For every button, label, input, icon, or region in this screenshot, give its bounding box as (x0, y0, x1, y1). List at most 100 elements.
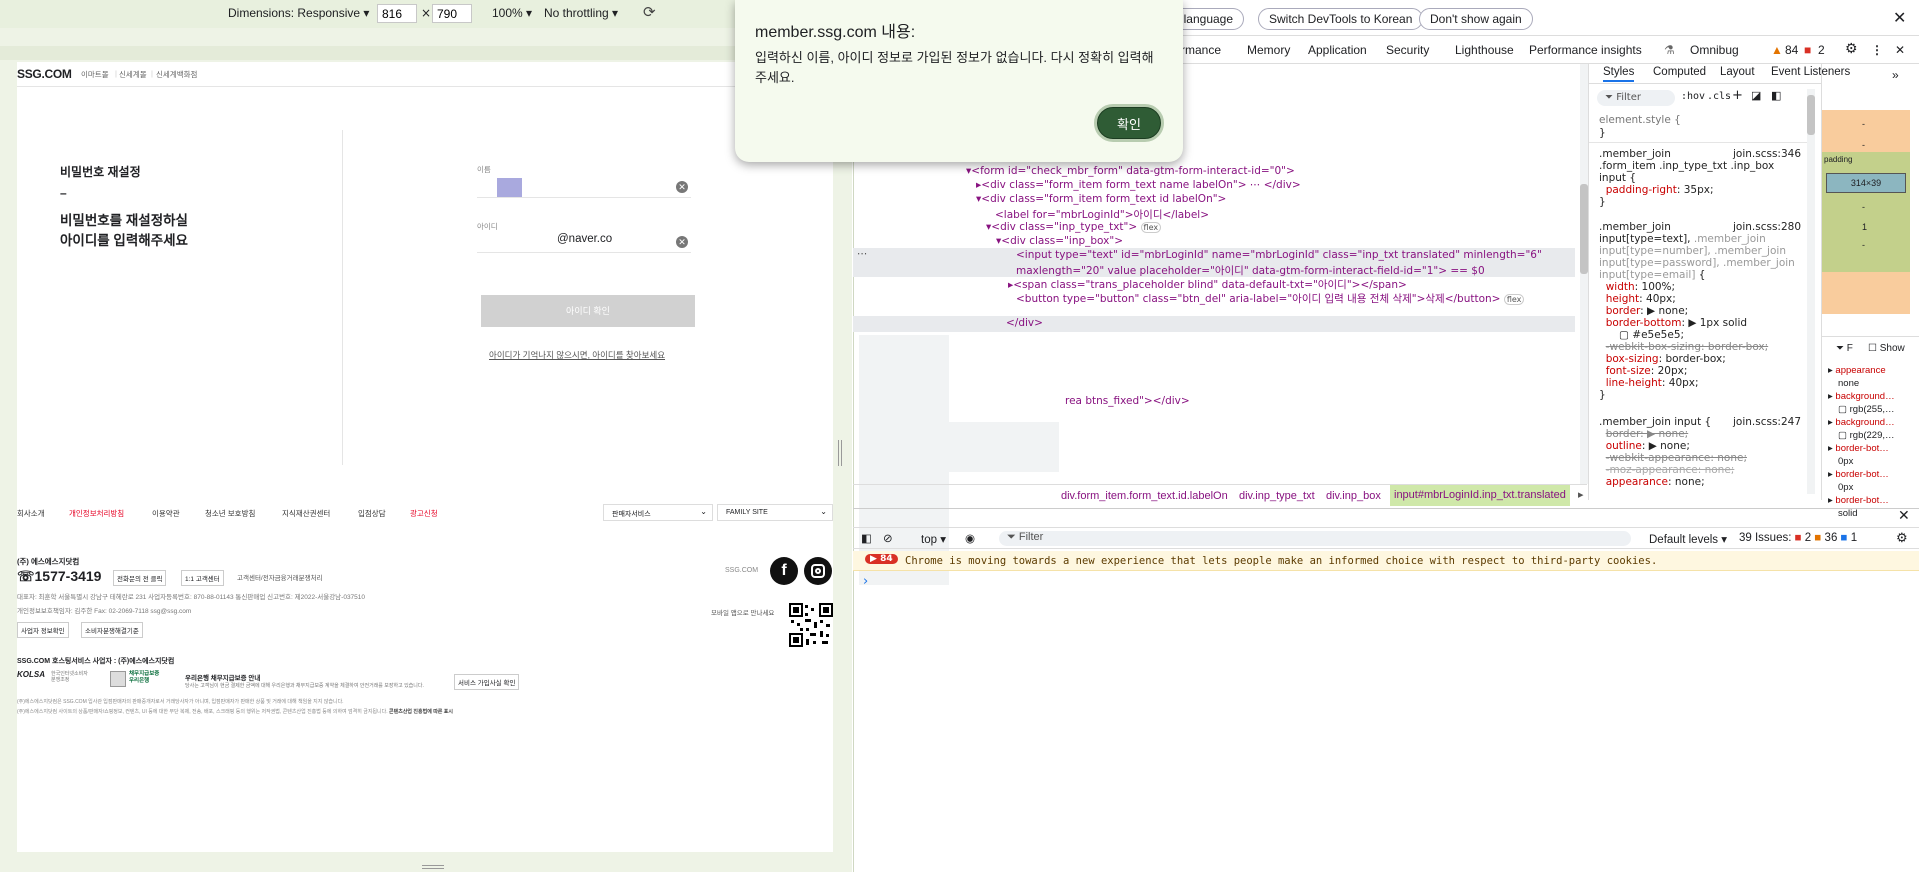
console-settings-icon[interactable]: ⚙ (1896, 530, 1908, 546)
computed-sidebar-icon[interactable]: ◧ (1771, 89, 1781, 102)
hov-toggle[interactable]: :hov (1681, 91, 1705, 102)
switch-korean-button[interactable]: Switch DevTools to Korean (1258, 8, 1424, 30)
element-state-icon[interactable]: ◪ (1751, 89, 1761, 102)
breadcrumb-item-active[interactable]: input#mbrLoginId.inp_txt.translated (1390, 485, 1570, 506)
source-link[interactable]: join.scss:280 (1733, 221, 1801, 233)
node-ellipsis[interactable]: ⋯ (857, 248, 868, 260)
tab-memory[interactable]: Memory (1247, 43, 1290, 57)
clear-console-icon[interactable]: ⊘ (883, 531, 893, 545)
footer-link-youth[interactable]: 청소년 보호방침 (205, 508, 255, 519)
find-id-link[interactable]: 아이디가 기억나지 않으시면, 아이디를 찾아보세요 (489, 349, 665, 361)
zoom-dropdown[interactable]: 100% ▾ (492, 6, 532, 20)
computed-prop[interactable]: ▸ border-bot… (1828, 468, 1895, 481)
dom-node-id-item[interactable]: ▾<div class="form_item form_text id labe… (976, 193, 1226, 205)
cls-toggle[interactable]: .cls (1707, 91, 1731, 102)
computed-prop[interactable]: ▸ border-bot… (1828, 442, 1895, 455)
one-to-one-chip[interactable]: 1:1 고객센터 (181, 570, 224, 586)
clear-icon[interactable]: ✕ (676, 181, 688, 193)
show-all-checkbox[interactable]: ☐ Show (1868, 343, 1905, 354)
tab-layout[interactable]: Layout (1720, 66, 1755, 78)
source-link[interactable]: join.scss:346 (1733, 148, 1801, 160)
footer-link-company[interactable]: 회사소개 (17, 508, 45, 519)
gnb-dept[interactable]: 신세계백화점 (156, 69, 197, 80)
footer-link-ad[interactable]: 광고신청 (410, 508, 438, 519)
error-icon[interactable]: ■ (1804, 43, 1811, 57)
close-drawer-icon[interactable]: ✕ (1898, 508, 1910, 524)
width-input[interactable] (377, 4, 417, 23)
dialog-ok-button[interactable]: 확인 (1094, 104, 1164, 142)
phone-chip[interactable]: 전화문의 전 클릭 (113, 570, 167, 586)
dom-node-name-item[interactable]: ▸<div class="form_item form_text name la… (976, 179, 1301, 191)
business-info-chip[interactable]: 사업자 정보확인 (17, 622, 69, 638)
footer-link-terms[interactable]: 이용약관 (152, 508, 180, 519)
dom-node-btns-fixed[interactable]: rea btns_fixed"></div> (1065, 395, 1190, 407)
tab-computed[interactable]: Computed (1653, 66, 1706, 78)
dispute-text[interactable]: 고객센터/전자금융거래분쟁처리 (237, 572, 323, 582)
gnb-emart[interactable]: 이마트몰 (81, 69, 109, 80)
facebook-icon[interactable]: f (770, 557, 798, 585)
flex-badge[interactable]: flex (1503, 294, 1525, 305)
more-options-icon[interactable]: ⋮ (1871, 43, 1883, 57)
flex-badge[interactable]: flex (1140, 222, 1162, 233)
sidebar-toggle-icon[interactable]: ◧ (861, 531, 872, 545)
tab-performance-insights[interactable]: Performance insights (1529, 43, 1642, 57)
height-input[interactable] (432, 4, 472, 23)
tab-styles[interactable]: Styles (1603, 66, 1635, 82)
gnb-shinsegae[interactable]: 신세계몰 (119, 69, 147, 80)
dont-show-again-button[interactable]: Don't show again (1419, 8, 1533, 30)
instagram-icon[interactable] (804, 557, 832, 585)
add-rule-icon[interactable]: + (1732, 88, 1743, 103)
close-devtools-icon[interactable]: ✕ (1895, 43, 1905, 57)
issues-counter[interactable]: 39 Issues: ■ 2 ■ 36 ■ 1 (1739, 532, 1857, 544)
dom-node-input[interactable]: <input type="text" id="mbrLoginId" name=… (1016, 249, 1542, 261)
breadcrumb-scroll-icon[interactable]: ▸ (1578, 488, 1584, 501)
breadcrumb-item[interactable]: div.inp_box (1326, 490, 1381, 502)
computed-filter-input[interactable]: ⏷ F (1836, 343, 1853, 354)
resize-handle-right[interactable] (838, 440, 842, 466)
consumer-dispute-chip[interactable]: 소비자분쟁해결기준 (81, 622, 143, 638)
tab-omnibug[interactable]: Omnibug (1690, 43, 1739, 57)
breadcrumb-item[interactable]: div.inp_type_txt (1239, 490, 1315, 502)
dom-node-button[interactable]: <button type="button" class="btn_del" ar… (1016, 291, 1525, 306)
tab-application[interactable]: Application (1308, 43, 1367, 57)
computed-prop[interactable]: ▸ appearance (1828, 364, 1895, 377)
console-prompt[interactable]: › (863, 574, 868, 589)
seller-service-select[interactable]: 판매자서비스 ⌄ (603, 504, 713, 521)
family-site-select[interactable]: FAMILY SITE ⌄ (717, 504, 833, 521)
console-filter-input[interactable]: ⏷ Filter (999, 531, 1631, 546)
style-rule-3[interactable]: .member_join input { border: ▶ none; out… (1599, 416, 1747, 488)
more-tabs-icon[interactable]: » (1892, 68, 1899, 82)
context-select[interactable]: top ▾ (921, 532, 946, 546)
dom-node-span[interactable]: ▸<span class="trans_placeholder blind" d… (1008, 277, 1407, 292)
dom-node-inp-box[interactable]: ▾<div class="inp_box"> (996, 235, 1123, 247)
rotate-icon[interactable]: ⟳ (643, 3, 656, 21)
log-levels-dropdown[interactable]: Default levels ▾ (1649, 532, 1727, 546)
resize-handle-bottom[interactable] (422, 865, 444, 869)
elements-scrollbar[interactable] (1580, 64, 1588, 484)
live-expression-icon[interactable]: ◉ (965, 531, 975, 545)
styles-filter-input[interactable]: ⏷ Filter (1597, 90, 1675, 106)
style-rule-2[interactable]: .member_join input[type=text], .member_j… (1599, 221, 1795, 401)
warning-icon[interactable]: ▲ (1771, 43, 1783, 57)
dom-node-label[interactable]: <label for="mbrLoginId">아이디</label> (995, 207, 1209, 222)
ssg-logo[interactable]: SSG.COM (17, 67, 72, 81)
dimensions-dropdown[interactable]: Dimensions: Responsive ▾ (228, 6, 369, 20)
dom-node-inp-type[interactable]: ▾<div class="inp_type_txt"> flex (986, 221, 1162, 233)
id-input[interactable]: @naver.co ✕ (477, 229, 691, 253)
close-infobar-icon[interactable]: ✕ (1893, 8, 1906, 27)
throttling-dropdown[interactable]: No throttling ▾ (544, 6, 618, 20)
footer-link-partner[interactable]: 입점상담 (358, 508, 386, 519)
content-law-link[interactable]: 콘텐츠산업 진흥법에 따른 표시 (389, 709, 453, 715)
computed-prop[interactable]: ▸ background… (1828, 390, 1895, 403)
clear-icon[interactable]: ✕ (676, 236, 688, 248)
tab-lighthouse[interactable]: Lighthouse (1455, 43, 1514, 57)
name-input[interactable]: ✕ (477, 174, 691, 198)
dom-node-form[interactable]: ▾<form id="check_mbr_form" data-gtm-form… (966, 165, 1295, 177)
style-rule-element[interactable]: element.style { (1599, 114, 1681, 126)
computed-prop[interactable]: ▸ background… (1828, 416, 1895, 429)
deposit-check-button[interactable]: 서비스 가입사실 확인 (454, 674, 520, 690)
footer-link-privacy[interactable]: 개인정보처리방침 (69, 508, 124, 519)
breadcrumb-item[interactable]: div.form_item.form_text.id.labelOn (1061, 490, 1228, 502)
check-id-button[interactable]: 아이디 확인 (481, 295, 695, 327)
tab-security[interactable]: Security (1386, 43, 1429, 57)
